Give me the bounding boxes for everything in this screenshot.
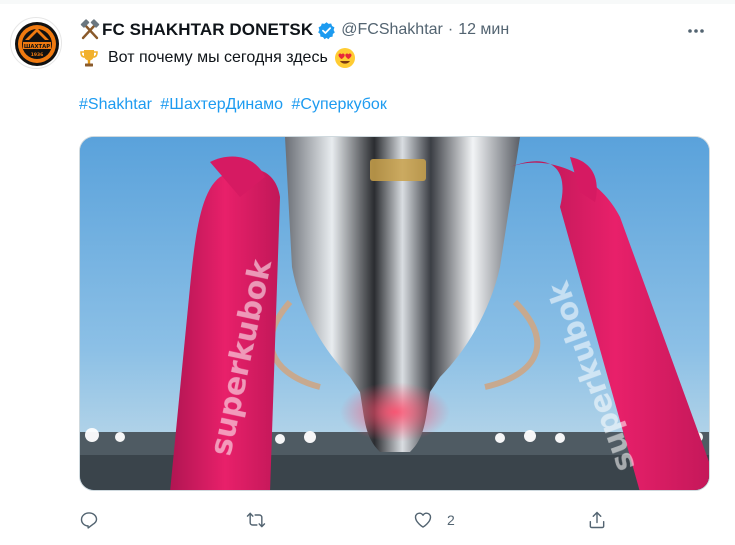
super-cup-trophy-photo: superkubok superkubok bbox=[80, 137, 709, 490]
divider bbox=[0, 0, 735, 4]
tweet-header: FC SHAKHTAR DONETSK @FCShakhtar · 12 мин bbox=[79, 18, 509, 42]
like-count: 2 bbox=[447, 512, 455, 528]
verified-badge-icon bbox=[318, 21, 336, 39]
avatar[interactable]: ШАХТАР 1936 bbox=[10, 17, 62, 69]
smiling-face-with-heart-eyes-icon bbox=[334, 48, 355, 68]
tweet[interactable]: ШАХТАР 1936 FC SHAKHTAR DONETSK @FCShakh… bbox=[0, 0, 735, 545]
author-handle[interactable]: @FCShakhtar bbox=[341, 21, 443, 39]
crossed-hammers-icon bbox=[80, 19, 100, 40]
logo-year: 1936 bbox=[31, 52, 44, 58]
heart-icon bbox=[414, 512, 432, 528]
retweet-button[interactable] bbox=[246, 507, 280, 533]
more-dots-icon bbox=[688, 29, 704, 33]
tweet-text-content: Вот почему мы сегодня здесь bbox=[108, 49, 328, 66]
logo-text: ШАХТАР bbox=[24, 44, 50, 50]
more-button[interactable] bbox=[683, 18, 709, 44]
shakhtar-logo-icon: ШАХТАР 1936 bbox=[15, 22, 59, 66]
hashtag-shakhtar[interactable]: #Shakhtar bbox=[79, 96, 152, 113]
tweet-text: Вот почему мы сегодня здесь bbox=[79, 45, 356, 71]
hashtag-shakhtardinamo[interactable]: #ШахтерДинамо bbox=[160, 96, 283, 113]
hashtag-superkubok[interactable]: #Суперкубок bbox=[291, 96, 386, 113]
retweet-icon bbox=[246, 512, 266, 528]
tweet-actions: 2 bbox=[79, 507, 639, 533]
hashtag-list: #Shakhtar #ШахтерДинамо #Суперкубок bbox=[79, 96, 391, 114]
share-button[interactable] bbox=[587, 507, 621, 533]
reply-icon bbox=[80, 512, 98, 529]
share-icon bbox=[589, 511, 605, 529]
author-name[interactable]: FC SHAKHTAR DONETSK bbox=[102, 20, 313, 40]
timestamp[interactable]: 12 мин bbox=[458, 21, 509, 39]
tweet-media-image[interactable]: superkubok superkubok bbox=[79, 136, 710, 491]
reply-button[interactable] bbox=[79, 507, 113, 533]
separator-dot: · bbox=[447, 21, 454, 38]
like-button[interactable]: 2 bbox=[413, 507, 455, 533]
trophy-icon bbox=[80, 50, 98, 67]
